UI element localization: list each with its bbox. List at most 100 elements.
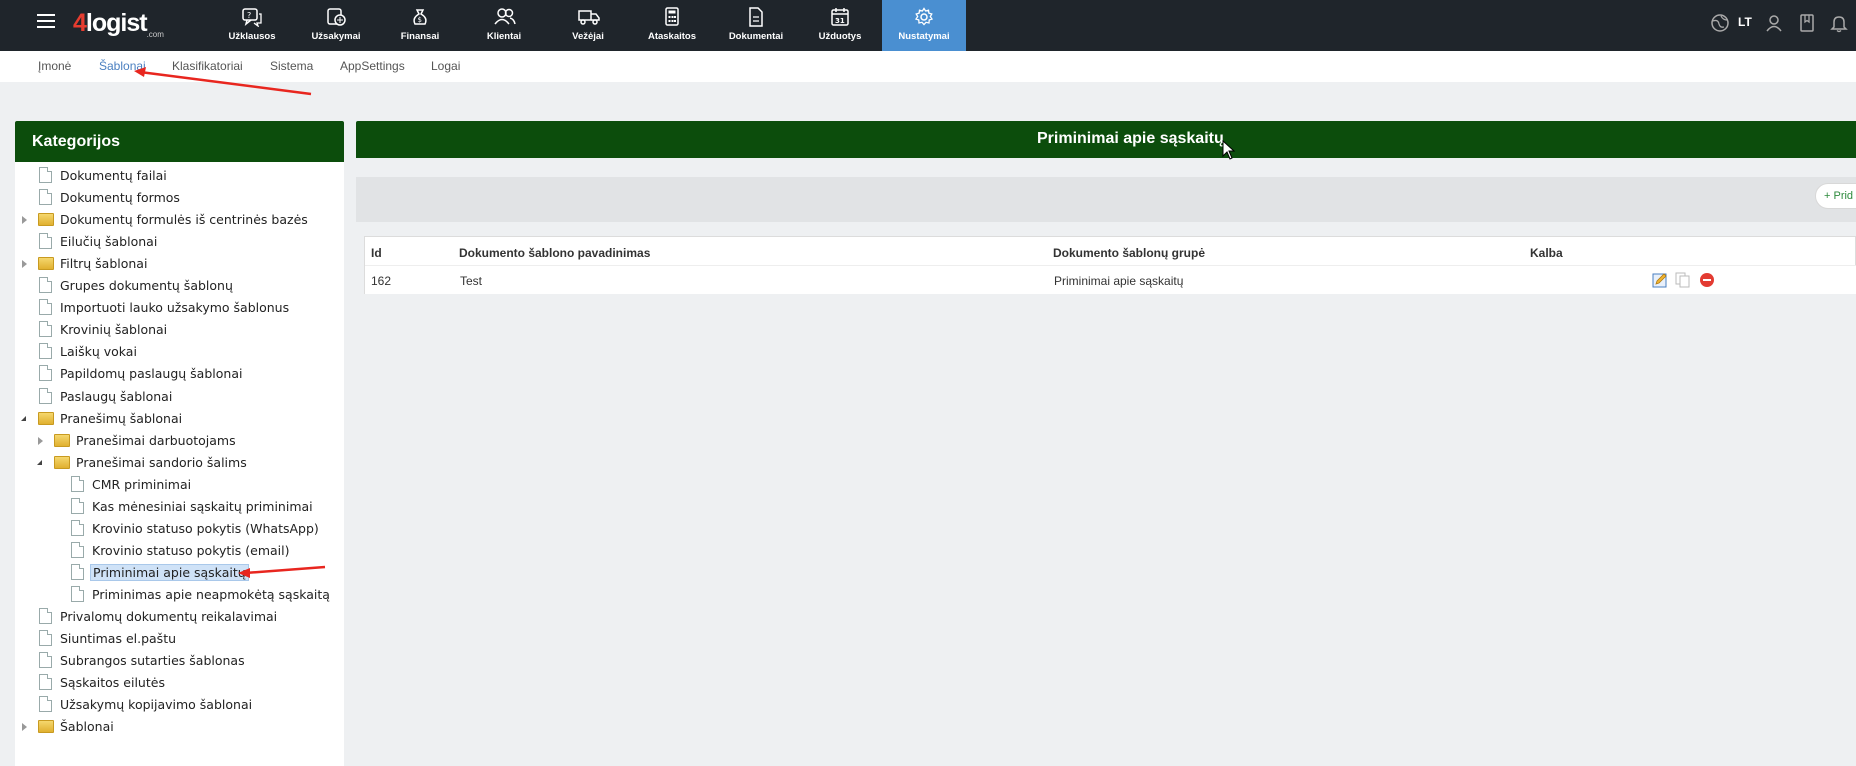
calendar-icon: 31 [831, 8, 849, 26]
tree-node[interactable]: Priminimas apie neapmokėtą sąskaitą [51, 585, 339, 605]
tree-node[interactable]: Pranešimai darbuotojams [35, 431, 339, 451]
nav-documents[interactable]: Dokumentai [714, 0, 798, 51]
tree-node[interactable]: Papildomų paslaugų šablonai [19, 364, 339, 384]
tree-node[interactable]: Pranešimų šablonai [19, 409, 339, 429]
tree-node[interactable]: Grupes dokumentų šablonų [19, 276, 339, 296]
tree-node[interactable]: Pranešimai sandorio šalims [35, 453, 339, 473]
tree-node[interactable]: Dokumentų failai [19, 166, 339, 186]
tree-node-label: Eilučių šablonai [60, 234, 158, 250]
tree-node[interactable]: Krovinio statuso pokytis (WhatsApp) [51, 519, 339, 539]
subnav-logs[interactable]: Logai [431, 59, 460, 73]
tree-node-label: Paslaugų šablonai [60, 388, 173, 404]
nav-settings[interactable]: Nustatymai [882, 0, 966, 51]
add-button[interactable]: + Prid [1815, 183, 1856, 209]
tree-node[interactable]: Siuntimas el.paštu [19, 629, 339, 649]
nav-carriers[interactable]: Vežėjai [546, 0, 630, 51]
delete-icon[interactable] [1699, 272, 1715, 288]
column-header-id[interactable]: Id [371, 246, 382, 260]
file-icon [39, 343, 52, 360]
nav-label: Užduotys [818, 31, 862, 42]
bookmark-book-icon[interactable] [1797, 13, 1817, 33]
copy-icon[interactable] [1675, 272, 1691, 288]
tree-node[interactable]: Subrangos sutarties šablonas [19, 651, 339, 671]
folder-icon [38, 257, 54, 271]
user-icon[interactable] [1764, 13, 1784, 33]
categories-panel: Kategorijos Dokumentų failai Dokumentų fo… [15, 121, 344, 766]
edit-icon[interactable] [1652, 272, 1668, 288]
collapse-arrow-icon[interactable] [21, 415, 26, 421]
file-icon [71, 541, 84, 558]
tree-node-label: CMR priminimai [92, 476, 192, 492]
tree-node-label: Pranešimų šablonai [60, 410, 183, 426]
file-icon [39, 608, 52, 624]
file-icon [39, 674, 52, 691]
tree-node[interactable]: Eilučių šablonai [19, 232, 339, 252]
file-icon [39, 321, 52, 338]
app-logo[interactable]: 4logist.com [73, 9, 164, 39]
folder-icon [54, 433, 70, 447]
annotation-arrow-templates [134, 67, 312, 96]
collapse-arrow-icon[interactable] [37, 459, 42, 465]
file-icon [71, 585, 84, 602]
file-icon [71, 519, 84, 536]
tree-node[interactable]: Sąskaitos eilutės [19, 673, 339, 693]
file-icon [39, 233, 52, 250]
tree-node[interactable]: Dokumentų formulės iš centrinės bazės [19, 210, 339, 230]
file-icon [39, 277, 52, 294]
tree-node[interactable]: Krovinių šablonai [19, 320, 339, 340]
column-header-language[interactable]: Kalba [1530, 246, 1563, 260]
tree-node-label: Pranešimai sandorio šalims [76, 454, 247, 470]
tree-node[interactable]: Dokumentų formos [19, 188, 339, 208]
language-selector[interactable]: LT [1738, 15, 1752, 29]
users-icon [494, 8, 516, 25]
column-header-group[interactable]: Dokumento šablonų grupė [1053, 246, 1205, 260]
globe-icon[interactable] [1710, 13, 1730, 33]
folder-icon [38, 720, 54, 734]
tree-node[interactable]: Užsakymų kopijavimo šablonai [19, 695, 339, 715]
tree-node-label: Dokumentų formulės iš centrinės bazės [60, 212, 308, 228]
templates-table: Id Dokumento šablono pavadinimas Dokumen… [364, 236, 1856, 294]
tree-node-label: Grupes dokumentų šablonų [60, 278, 233, 294]
svg-text:31: 31 [835, 17, 845, 25]
nav-tasks[interactable]: 31 Užduotys [798, 0, 882, 51]
subnav-appsettings[interactable]: AppSettings [340, 59, 405, 73]
subnav-company[interactable]: Įmonė [38, 59, 71, 73]
expand-arrow-icon[interactable] [38, 436, 43, 445]
tree-node-label: Krovinio statuso pokytis (email) [92, 542, 290, 558]
expand-arrow-icon[interactable] [22, 723, 27, 732]
tree-node-label: Laiškų vokai [60, 344, 137, 360]
nav-orders[interactable]: Užsakymai [294, 0, 378, 51]
folder-icon [54, 455, 70, 469]
nav-reports[interactable]: Ataskaitos [630, 0, 714, 51]
tree-node[interactable]: Importuoti lauko užsakymo šablonus [19, 298, 339, 318]
nav-clients[interactable]: Klientai [462, 0, 546, 51]
nav-inquiries[interactable]: ? Užklausos [210, 0, 294, 51]
tree-node-label: Papildomų paslaugų šablonai [60, 366, 243, 382]
file-icon [39, 365, 52, 382]
tree-node[interactable]: Laiškų vokai [19, 342, 339, 362]
file-icon [71, 475, 84, 492]
tree-node[interactable]: Filtrų šablonai [19, 254, 339, 274]
tree-node[interactable]: Privalomų dokumentų reikalavimai [19, 607, 339, 627]
nav-label: Ataskaitos [647, 31, 697, 42]
tree-node-label: Siuntimas el.paštu [60, 631, 177, 647]
tree-node[interactable]: CMR priminimai [51, 475, 339, 495]
folder-icon [38, 213, 54, 227]
tree-node[interactable]: Paslaugų šablonai [19, 387, 339, 407]
content-title: Priminimai apie sąskaitų [1037, 130, 1224, 147]
tree-node[interactable]: Kas mėnesiniai sąskaitų priminimai [51, 497, 339, 517]
tree-node[interactable]: Krovinio statuso pokytis (email) [51, 541, 339, 561]
content-header: Priminimai apie sąskaitų [356, 121, 1856, 158]
file-icon [71, 563, 84, 580]
nav-label: Klientai [486, 31, 522, 42]
expand-arrow-icon[interactable] [22, 260, 27, 269]
tree-node-label: Krovinių šablonai [60, 322, 168, 338]
content-toolbar [356, 177, 1856, 222]
hamburger-menu-icon[interactable] [37, 14, 55, 28]
bell-icon[interactable] [1829, 13, 1849, 33]
expand-arrow-icon[interactable] [22, 216, 27, 225]
nav-finance[interactable]: $ Finansai [378, 0, 462, 51]
column-header-name[interactable]: Dokumento šablono pavadinimas [459, 246, 650, 260]
tree-node[interactable]: Šablonai [19, 717, 339, 737]
file-icon [39, 189, 52, 206]
